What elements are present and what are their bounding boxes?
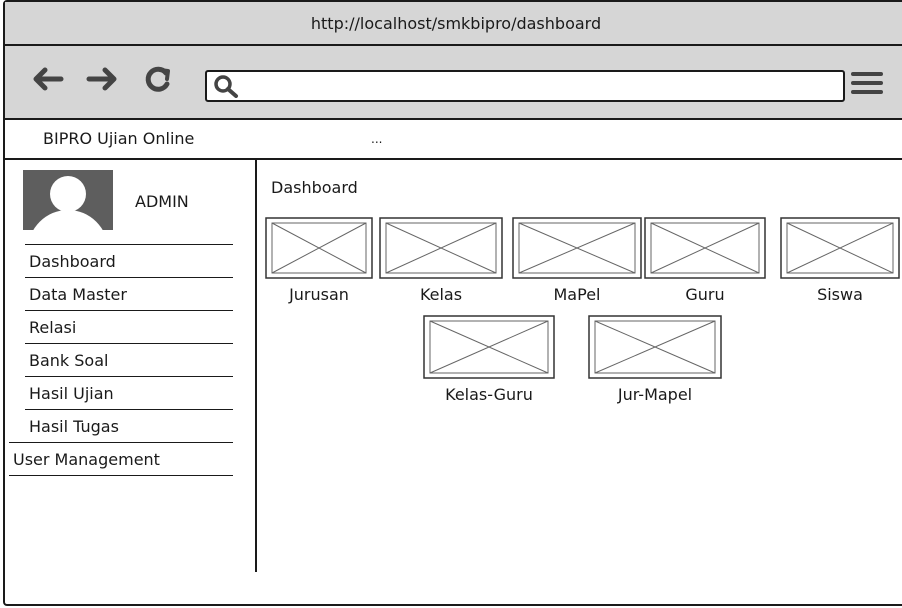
sidebar-item-relasi[interactable]: Relasi	[25, 310, 233, 343]
sidebar-item-hasil-ujian[interactable]: Hasil Ujian	[25, 376, 233, 409]
tile-siswa[interactable]: Siswa	[775, 217, 902, 327]
image-placeholder-icon	[644, 217, 766, 279]
tile-jur-mapel[interactable]: Jur-Mapel	[585, 315, 725, 425]
sidebar-item-user-management[interactable]: User Management	[9, 442, 233, 476]
tile-label: Jur-Mapel	[617, 385, 693, 404]
tile-guru[interactable]: Guru	[641, 217, 769, 327]
page-title: Dashboard	[271, 178, 358, 197]
search-icon	[214, 75, 238, 98]
app-brand[interactable]: BIPRO Ujian Online	[43, 129, 194, 148]
sidebar-item-bank-soal[interactable]: Bank Soal	[25, 343, 233, 376]
browser-toolbar	[5, 46, 902, 120]
reload-icon[interactable]	[143, 64, 173, 100]
sidebar-item-data-master[interactable]: Data Master	[25, 277, 233, 310]
image-placeholder-icon	[379, 217, 503, 279]
address-bar[interactable]	[205, 70, 845, 102]
app-header: BIPRO Ujian Online ...	[5, 120, 902, 160]
tile-label: MaPel	[553, 285, 601, 304]
tile-label: Guru	[685, 285, 725, 304]
image-placeholder-icon	[780, 217, 900, 279]
browser-window: http://localhost/smkbipro/dashboard BIPR…	[3, 0, 902, 606]
arrow-left-icon[interactable]	[31, 64, 65, 100]
tile-label: Jurusan	[289, 285, 349, 304]
user-label: ADMIN	[135, 192, 189, 211]
tile-label: Kelas-Guru	[445, 385, 533, 404]
sidebar-item-dashboard[interactable]: Dashboard	[25, 244, 233, 277]
image-placeholder-icon	[423, 315, 555, 379]
image-placeholder-icon	[265, 217, 373, 279]
sidebar-menu: Dashboard Data Master Relasi Bank Soal H…	[9, 244, 233, 476]
image-placeholder-icon	[512, 217, 642, 279]
tile-mapel[interactable]: MaPel	[512, 217, 642, 327]
arrow-right-icon[interactable]	[85, 64, 119, 100]
tile-jurusan[interactable]: Jurusan	[255, 217, 383, 327]
browser-title-bar: http://localhost/smkbipro/dashboard	[5, 2, 902, 46]
avatar	[23, 170, 113, 230]
tile-kelas-guru[interactable]: Kelas-Guru	[419, 315, 559, 425]
tile-label: Kelas	[419, 285, 463, 304]
tile-kelas[interactable]: Kelas	[377, 217, 505, 327]
tile-label: Siswa	[817, 285, 863, 304]
image-placeholder-icon	[588, 315, 722, 379]
nav-more[interactable]: ...	[371, 132, 382, 146]
window-title: http://localhost/smkbipro/dashboard	[310, 14, 602, 33]
sidebar-item-hasil-tugas[interactable]: Hasil Tugas	[25, 409, 233, 442]
hamburger-menu-icon[interactable]	[851, 72, 883, 96]
sidebar: ADMIN Dashboard Data Master Relasi Bank …	[5, 160, 257, 572]
